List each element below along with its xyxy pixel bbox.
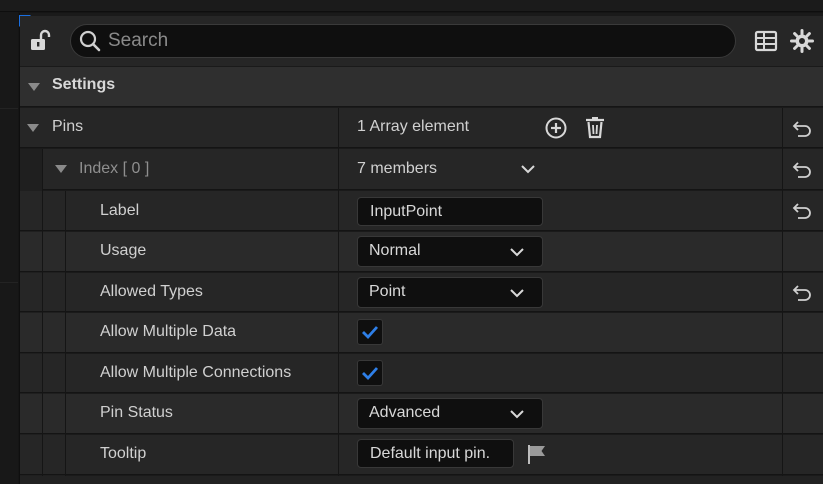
collapse-arrow-icon[interactable] xyxy=(27,124,39,132)
pins-label: Pins xyxy=(52,118,84,135)
column-divider xyxy=(782,108,783,476)
delete-icon[interactable] xyxy=(583,115,607,139)
property-label: Usage xyxy=(100,242,147,259)
search-input[interactable] xyxy=(108,27,708,55)
index-label: Index [ 0 ] xyxy=(79,160,149,178)
property-label: Pin Status xyxy=(100,404,173,421)
flag-icon[interactable] xyxy=(526,443,548,465)
panel-footer xyxy=(20,476,823,484)
property-label: Tooltip xyxy=(100,445,147,462)
left-strip xyxy=(0,12,18,484)
reset-arrow-icon[interactable] xyxy=(792,160,812,178)
property-label: Label xyxy=(100,202,140,219)
index-summary: 7 members xyxy=(357,160,438,177)
table-view-icon[interactable] xyxy=(754,30,778,52)
usage-value: Normal xyxy=(369,242,421,259)
property-label: Allow Multiple Connections xyxy=(100,364,292,381)
reset-arrow-icon[interactable] xyxy=(792,283,812,301)
collapse-arrow-icon[interactable] xyxy=(55,165,67,173)
add-element-icon[interactable] xyxy=(544,116,568,140)
indent-divider xyxy=(42,149,43,476)
pins-summary: 1 Array element xyxy=(357,118,470,135)
index-number: [ 0 ] xyxy=(122,160,150,177)
chevron-down-icon[interactable] xyxy=(519,160,537,178)
collapse-arrow-icon[interactable] xyxy=(28,83,40,91)
chevron-down-icon xyxy=(510,248,524,257)
label-field[interactable]: InputPoint xyxy=(357,197,543,226)
chevron-down-icon xyxy=(510,289,524,298)
indent-divider xyxy=(65,191,66,476)
allow-multiple-data-checkbox[interactable] xyxy=(357,319,383,345)
check-icon xyxy=(362,367,379,381)
chevron-down-icon xyxy=(510,410,524,419)
property-label: Allowed Types xyxy=(100,283,203,300)
allowed-types-value: Point xyxy=(369,283,406,300)
top-strip xyxy=(0,0,823,12)
section-title: Settings xyxy=(52,76,116,93)
pin-status-value: Advanced xyxy=(369,404,441,421)
reset-arrow-icon[interactable] xyxy=(792,119,812,137)
search-icon xyxy=(79,30,101,52)
gear-icon[interactable] xyxy=(790,29,814,53)
allow-multiple-connections-checkbox[interactable] xyxy=(357,360,383,386)
property-label: Allow Multiple Data xyxy=(100,323,237,340)
column-divider xyxy=(338,108,339,476)
tooltip-field[interactable]: Default input pin. xyxy=(357,439,514,468)
lock-open-icon[interactable] xyxy=(28,28,52,52)
check-icon xyxy=(362,326,379,340)
index-prefix: Index xyxy=(79,160,119,177)
reset-arrow-icon[interactable] xyxy=(792,201,812,219)
settings-section-header[interactable] xyxy=(20,67,823,107)
